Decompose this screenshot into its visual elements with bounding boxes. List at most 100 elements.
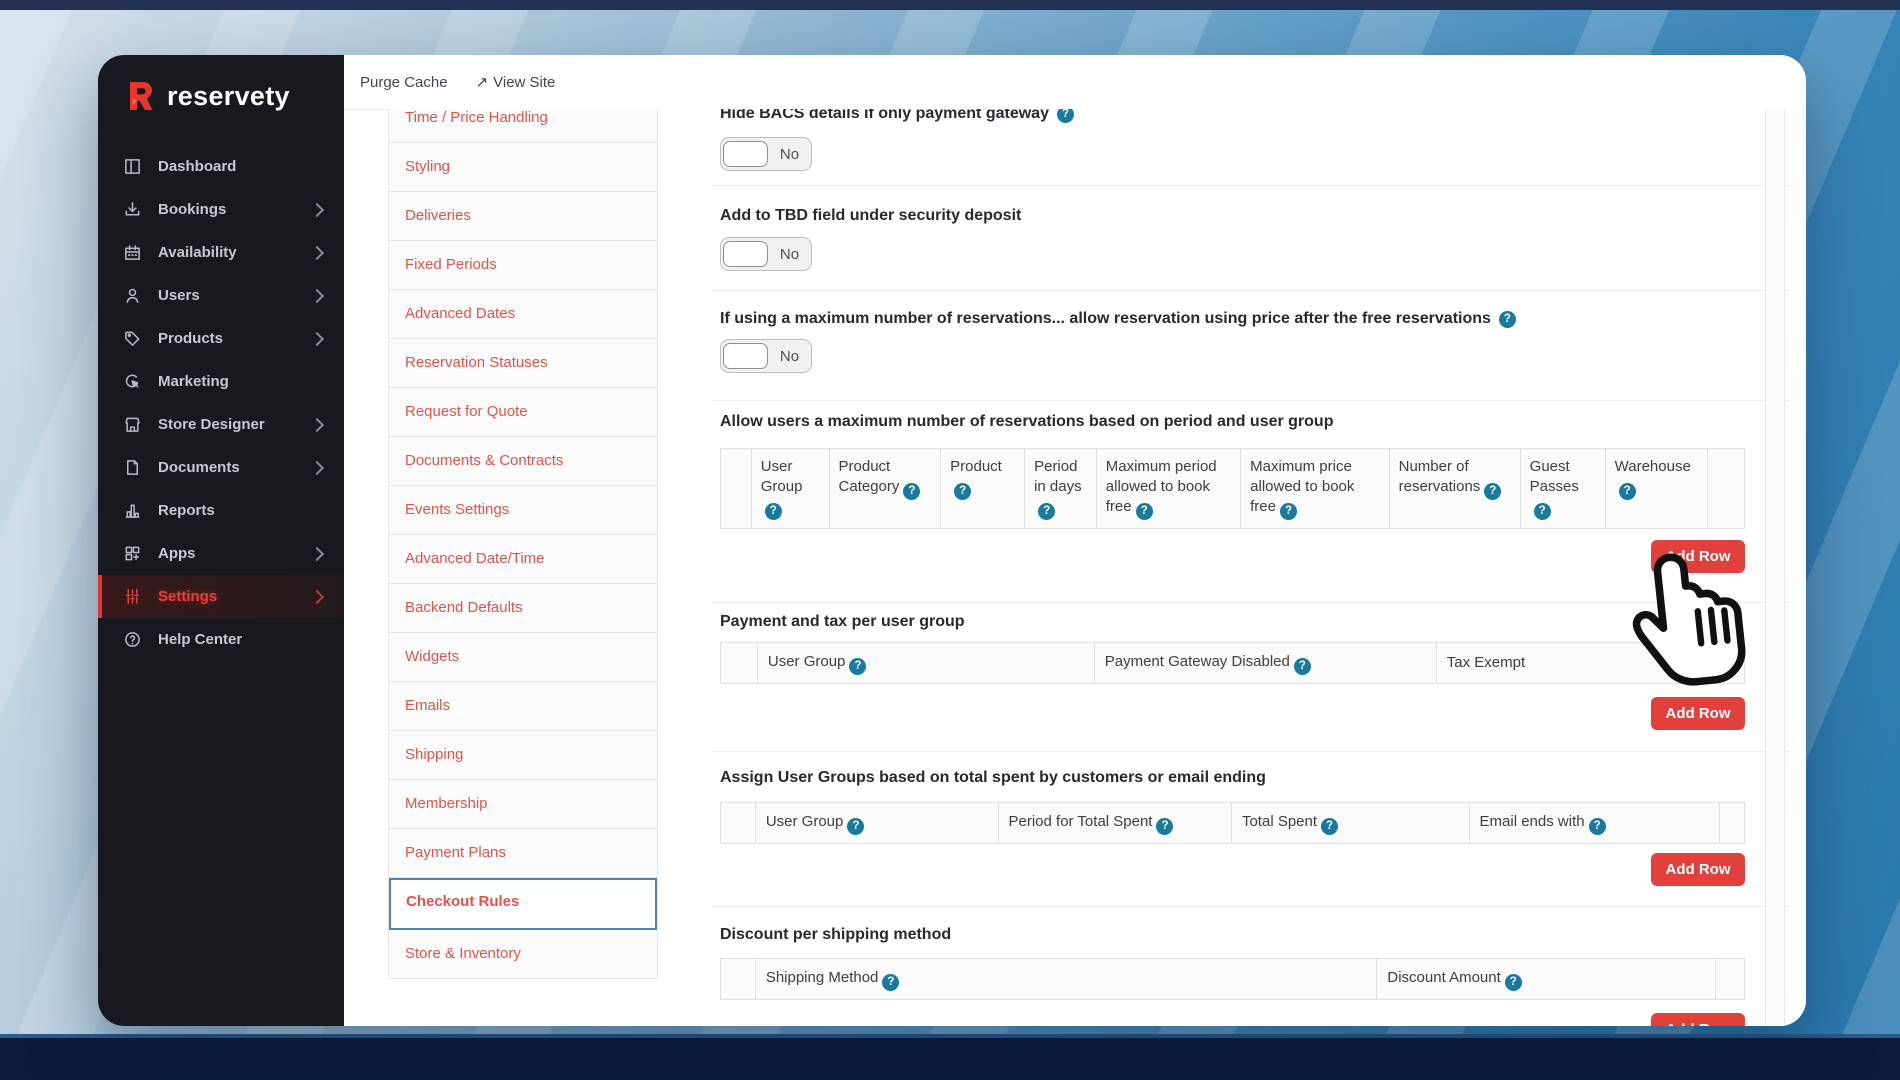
- settings-menu-item-advanced-dates[interactable]: Advanced Dates: [389, 290, 657, 339]
- view-site-link[interactable]: ↗ View Site: [475, 73, 556, 92]
- chevron-right-icon: [309, 245, 325, 260]
- toggle-knob: [723, 241, 768, 267]
- help-icon[interactable]: ?: [1280, 503, 1297, 520]
- apps-icon: [122, 544, 142, 564]
- bar-chart-icon: [122, 501, 142, 521]
- sidebar-item-label: Help Center: [158, 631, 243, 648]
- table-header-cell: User Group?: [754, 802, 999, 844]
- app-window: reservety Dashboard Bookings Availabilit…: [98, 55, 1806, 1026]
- shipping-discount-table: Shipping Method? Discount Amount?: [720, 958, 1745, 1000]
- settings-menu-item-reservation-statuses[interactable]: Reservation Statuses: [389, 339, 657, 388]
- setting-label-max-reservations-price: If using a maximum number of reservation…: [720, 310, 1516, 328]
- purge-cache-link[interactable]: Purge Cache: [360, 74, 448, 91]
- sidebar-item-apps[interactable]: Apps: [98, 532, 344, 575]
- table-header-cell: Payment Gateway Disabled?: [1093, 642, 1437, 684]
- add-row-button[interactable]: Add Row: [1651, 1013, 1745, 1026]
- settings-menu-item-membership[interactable]: Membership: [389, 780, 657, 829]
- toggle-hide-bacs[interactable]: No: [720, 137, 812, 171]
- help-icon[interactable]: ?: [903, 483, 921, 500]
- sidebar-item-marketing[interactable]: Marketing: [98, 360, 344, 403]
- help-icon[interactable]: ?: [882, 973, 900, 991]
- settings-menu-item-checkout-rules[interactable]: Checkout Rules: [389, 878, 657, 930]
- help-icon[interactable]: ?: [1321, 817, 1339, 835]
- section-title-payment-tax: Payment and tax per user group: [720, 613, 965, 630]
- settings-menu-item-documents-contracts[interactable]: Documents & Contracts: [389, 437, 657, 486]
- help-icon[interactable]: ?: [954, 483, 972, 500]
- divider: [712, 290, 1790, 291]
- toggle-tbd-deposit[interactable]: No: [720, 237, 812, 271]
- toggle-max-reservations-price[interactable]: No: [720, 339, 812, 373]
- settings-menu-item-emails[interactable]: Emails: [389, 682, 657, 731]
- chevron-right-icon: [309, 288, 325, 303]
- settings-menu-item-deliveries[interactable]: Deliveries: [389, 192, 657, 241]
- setting-label-hide-bacs: Hide BACS details if only payment gatewa…: [720, 109, 1074, 123]
- sidebar-item-label: Bookings: [158, 201, 227, 218]
- table-header-cell: Product Category?: [828, 448, 942, 529]
- sidebar-item-label: Settings: [158, 588, 218, 605]
- help-icon[interactable]: ?: [1498, 310, 1516, 328]
- settings-menu-item-fixed-periods[interactable]: Fixed Periods: [389, 241, 657, 290]
- help-icon[interactable]: ?: [1588, 817, 1606, 835]
- divider: [712, 751, 1790, 752]
- brand-logo[interactable]: reservety: [124, 79, 290, 113]
- sidebar-item-availability[interactable]: Availability: [98, 231, 344, 274]
- help-icon[interactable]: ?: [1484, 483, 1502, 500]
- settings-menu-item-events-settings[interactable]: Events Settings: [389, 486, 657, 535]
- help-icon[interactable]: ?: [1156, 817, 1174, 835]
- settings-menu-item-request-for-quote[interactable]: Request for Quote: [389, 388, 657, 437]
- settings-menu-item-widgets[interactable]: Widgets: [389, 633, 657, 682]
- sidebar-item-documents[interactable]: Documents: [98, 446, 344, 489]
- checkout-rules-content: Hide BACS details if only payment gatewa…: [658, 109, 1806, 1026]
- help-icon[interactable]: ?: [847, 817, 865, 835]
- settings-menu-item-payment-plans[interactable]: Payment Plans: [389, 829, 657, 878]
- sidebar-item-reports[interactable]: Reports: [98, 489, 344, 532]
- table-header-cell: [720, 642, 758, 684]
- sidebar-item-help-center[interactable]: Help Center: [98, 618, 344, 661]
- table-header-cell: User Group?: [750, 448, 830, 529]
- settings-menu-item-backend-defaults[interactable]: Backend Defaults: [389, 584, 657, 633]
- help-icon[interactable]: ?: [1533, 503, 1551, 520]
- marketing-icon: [122, 372, 142, 392]
- table-header-cell: [720, 958, 756, 1000]
- scrollbar-track[interactable]: [1765, 109, 1785, 1026]
- help-icon[interactable]: ?: [1056, 109, 1074, 123]
- table-header-cell: Tax Exempt: [1435, 642, 1710, 684]
- divider: [712, 906, 1790, 907]
- calendar-icon: [122, 243, 142, 263]
- add-row-button[interactable]: Add Row: [1651, 697, 1745, 730]
- table-header-cell: Maximum price allowed to book free?: [1240, 448, 1390, 529]
- help-icon[interactable]: ?: [764, 503, 782, 520]
- sidebar-item-products[interactable]: Products: [98, 317, 344, 360]
- settings-menu-item-store-inventory[interactable]: Store & Inventory: [389, 930, 657, 979]
- sidebar-item-users[interactable]: Users: [98, 274, 344, 317]
- help-icon[interactable]: ?: [1293, 657, 1311, 675]
- sidebar-item-bookings[interactable]: Bookings: [98, 188, 344, 231]
- help-icon[interactable]: ?: [849, 657, 867, 675]
- table-header-cell: [720, 802, 756, 844]
- table-header-cell: Total Spent?: [1230, 802, 1470, 844]
- tag-icon: [122, 329, 142, 349]
- brand-name: reservety: [167, 80, 290, 111]
- settings-menu-item-time-price-handling[interactable]: Time / Price Handling: [389, 109, 657, 143]
- help-icon[interactable]: ?: [1504, 973, 1522, 991]
- add-row-button[interactable]: Add Row: [1651, 853, 1745, 886]
- add-row-button[interactable]: Add Row: [1651, 540, 1745, 573]
- external-link-icon: ↗: [475, 74, 489, 91]
- help-icon[interactable]: ?: [1038, 503, 1056, 520]
- help-icon[interactable]: ?: [1135, 503, 1153, 520]
- settings-menu-item-shipping[interactable]: Shipping: [389, 731, 657, 780]
- bookings-icon: [122, 200, 142, 220]
- sidebar-item-label: Apps: [158, 545, 196, 562]
- sidebar-item-label: Dashboard: [158, 158, 237, 175]
- assign-user-groups-table: User Group? Period for Total Spent? Tota…: [720, 802, 1745, 844]
- sidebar-item-settings[interactable]: Settings: [98, 575, 344, 618]
- storefront-icon: [122, 415, 142, 435]
- sidebar-item-dashboard[interactable]: Dashboard: [98, 145, 344, 188]
- settings-menu-item-styling[interactable]: Styling: [389, 143, 657, 192]
- toggle-knob: [723, 141, 768, 167]
- settings-menu-item-advanced-date-time[interactable]: Advanced Date/Time: [389, 535, 657, 584]
- sidebar-item-store-designer[interactable]: Store Designer: [98, 403, 344, 446]
- help-icon[interactable]: ?: [1618, 483, 1636, 500]
- table-header-cell: [1719, 802, 1745, 844]
- sidebar-item-label: Users: [158, 287, 200, 304]
